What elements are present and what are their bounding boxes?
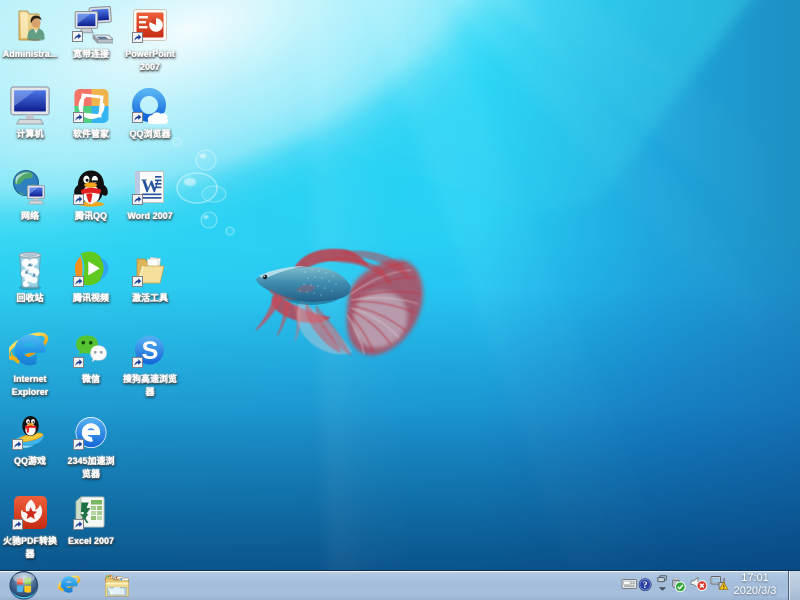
svg-text:?: ?	[643, 581, 648, 591]
svg-text:S: S	[142, 337, 159, 365]
